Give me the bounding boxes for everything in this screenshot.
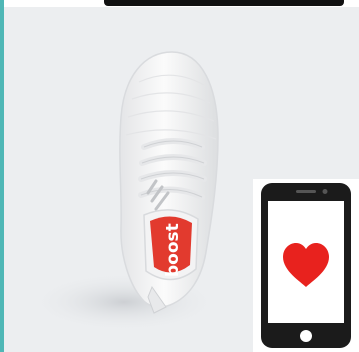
smartphone-icon	[261, 183, 351, 348]
product-viewer: boost	[0, 0, 359, 352]
top-edge-bar	[104, 0, 344, 6]
phone-favorite-overlay[interactable]	[253, 179, 359, 352]
insole-brand-label: boost	[163, 223, 183, 277]
